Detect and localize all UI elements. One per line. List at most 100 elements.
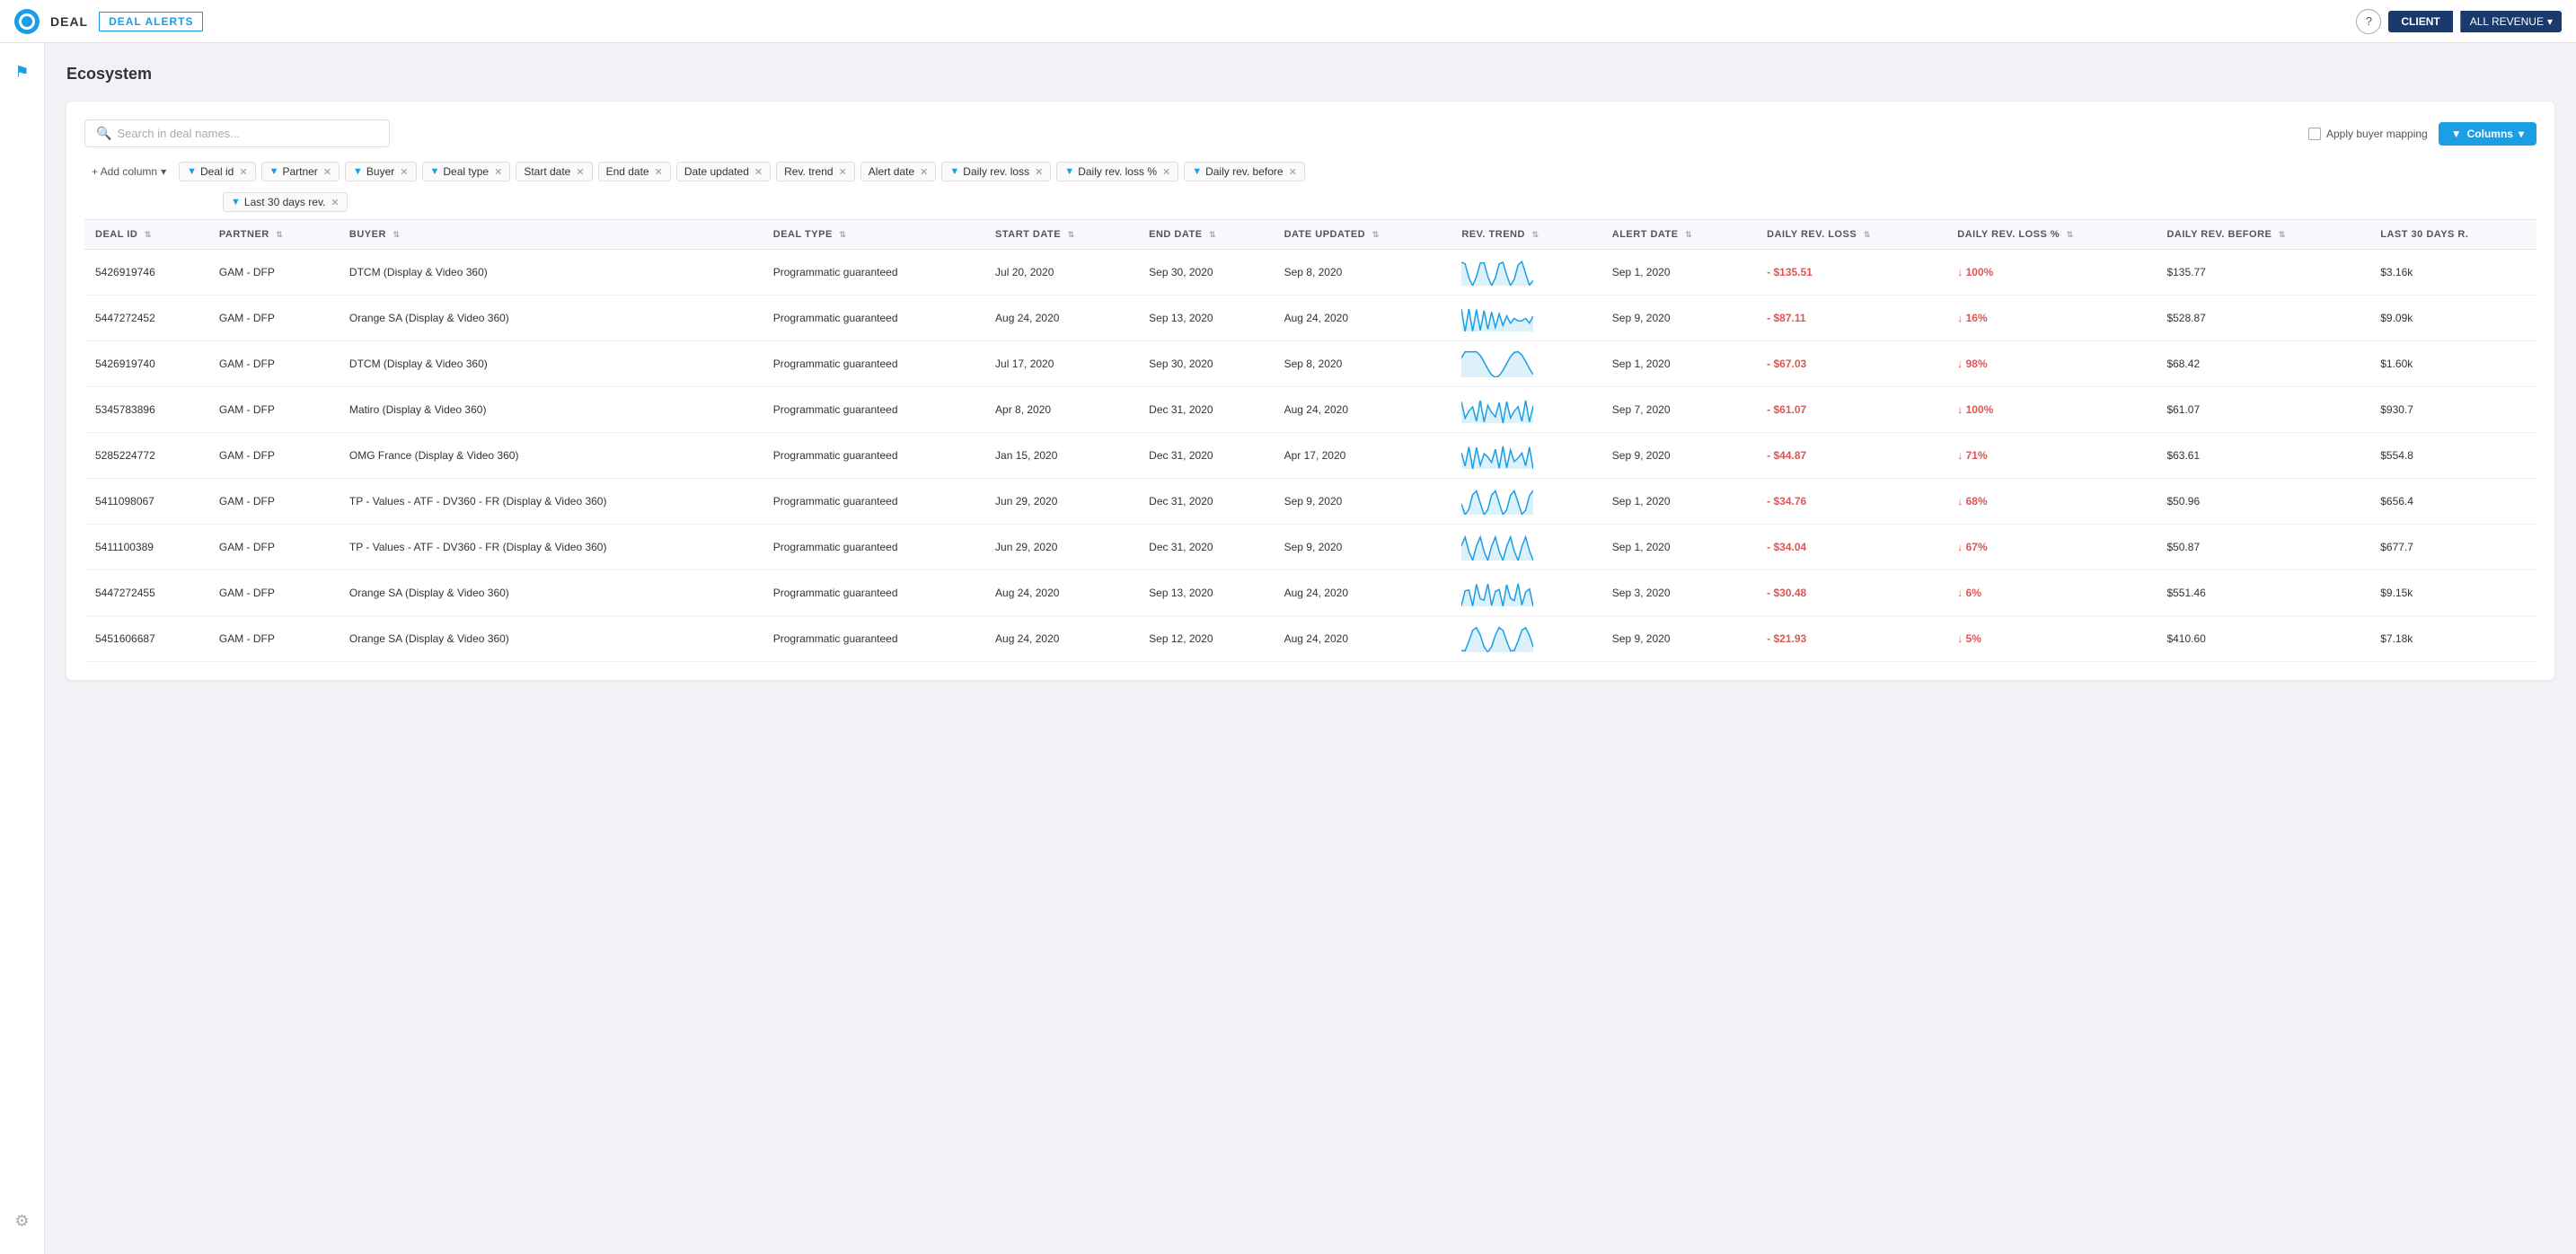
filter-tag-daily-rev-loss-pct[interactable]: ▼ Daily rev. loss % ✕ — [1056, 162, 1178, 181]
deal-alerts-label[interactable]: DEAL ALERTS — [99, 12, 203, 31]
cell-partner: GAM - DFP — [208, 433, 339, 479]
filter-tag-start-date[interactable]: Start date ✕ — [516, 162, 592, 181]
table-row: 5426919746 GAM - DFP DTCM (Display & Vid… — [84, 250, 2536, 296]
col-header-rev-trend[interactable]: REV. TREND ⇅ — [1451, 220, 1601, 250]
apply-mapping-checkbox[interactable] — [2308, 128, 2321, 140]
cell-alert-date: Sep 9, 2020 — [1601, 433, 1756, 479]
main-card: 🔍 Search in deal names... Apply buyer ma… — [66, 102, 2554, 680]
col-header-deal-id[interactable]: DEAL ID ⇅ — [84, 220, 208, 250]
close-icon[interactable]: ✕ — [655, 166, 663, 178]
cell-deal-type: Programmatic guaranteed — [763, 433, 984, 479]
close-icon[interactable]: ✕ — [331, 197, 339, 208]
cell-daily-rev-loss-pct: ↓ 68% — [1946, 479, 2156, 525]
filter-funnel-icon: ▼ — [1192, 166, 1202, 177]
revenue-button[interactable]: ALL REVENUE ▾ — [2460, 11, 2562, 32]
filter-funnel-icon: ▼ — [269, 166, 279, 177]
sort-icon: ⇅ — [276, 230, 283, 239]
filter-tag-rev-trend[interactable]: Rev. trend ✕ — [776, 162, 855, 181]
search-row: 🔍 Search in deal names... Apply buyer ma… — [84, 119, 2536, 147]
col-header-end-date[interactable]: END DATE ⇅ — [1138, 220, 1273, 250]
cell-deal-type: Programmatic guaranteed — [763, 616, 984, 662]
cell-buyer: DTCM (Display & Video 360) — [339, 341, 763, 387]
search-box[interactable]: 🔍 Search in deal names... — [84, 119, 390, 147]
close-icon[interactable]: ✕ — [839, 166, 847, 178]
filter-tag-daily-rev-loss[interactable]: ▼ Daily rev. loss ✕ — [941, 162, 1051, 181]
cell-start-date: Apr 8, 2020 — [984, 387, 1138, 433]
cell-last-30: $656.4 — [2369, 479, 2536, 525]
close-icon[interactable]: ✕ — [920, 166, 928, 178]
add-column-button[interactable]: + Add column ▾ — [84, 162, 173, 181]
close-icon[interactable]: ✕ — [1162, 166, 1170, 178]
filter-tag-alert-date[interactable]: Alert date ✕ — [860, 162, 937, 181]
table-row: 5345783896 GAM - DFP Matiro (Display & V… — [84, 387, 2536, 433]
cell-daily-rev-loss: - $87.11 — [1756, 296, 1946, 341]
filter-tag-deal-id[interactable]: ▼ Deal id ✕ — [179, 162, 255, 181]
sidebar-icon-settings[interactable]: ⚙ — [5, 1203, 38, 1240]
filter-tag-last-30[interactable]: ▼ Last 30 days rev. ✕ — [223, 192, 348, 212]
cell-daily-rev-loss-pct: ↓ 16% — [1946, 296, 2156, 341]
sort-icon: ⇅ — [1864, 230, 1871, 239]
col-header-partner[interactable]: PARTNER ⇅ — [208, 220, 339, 250]
cell-daily-rev-before: $50.96 — [2156, 479, 2369, 525]
client-button[interactable]: CLIENT — [2388, 11, 2452, 32]
cell-buyer: DTCM (Display & Video 360) — [339, 250, 763, 296]
cell-deal-type: Programmatic guaranteed — [763, 570, 984, 616]
deal-label: DEAL — [50, 14, 88, 29]
filter-tag-buyer[interactable]: ▼ Buyer ✕ — [345, 162, 416, 181]
filter-tag-label: Partner — [282, 165, 317, 178]
close-icon[interactable]: ✕ — [239, 166, 247, 178]
cell-start-date: Aug 24, 2020 — [984, 616, 1138, 662]
cell-alert-date: Sep 7, 2020 — [1601, 387, 1756, 433]
col-header-daily-rev-loss-pct[interactable]: DAILY REV. LOSS % ⇅ — [1946, 220, 2156, 250]
help-button[interactable]: ? — [2356, 9, 2381, 34]
cell-alert-date: Sep 9, 2020 — [1601, 296, 1756, 341]
cell-partner: GAM - DFP — [208, 570, 339, 616]
filter-tag-partner[interactable]: ▼ Partner ✕ — [261, 162, 340, 181]
col-header-deal-type[interactable]: DEAL TYPE ⇅ — [763, 220, 984, 250]
sort-icon: ⇅ — [145, 230, 152, 239]
cell-daily-rev-loss: - $44.87 — [1756, 433, 1946, 479]
close-icon[interactable]: ✕ — [1035, 166, 1043, 178]
filter-tag-deal-type[interactable]: ▼ Deal type ✕ — [422, 162, 511, 181]
cell-buyer: TP - Values - ATF - DV360 - FR (Display … — [339, 479, 763, 525]
filter-tag-end-date[interactable]: End date ✕ — [598, 162, 671, 181]
cell-partner: GAM - DFP — [208, 296, 339, 341]
col-header-date-updated[interactable]: DATE UPDATED ⇅ — [1274, 220, 1451, 250]
filter-funnel-icon: ▼ — [1064, 166, 1074, 177]
cell-deal-id: 5447272455 — [84, 570, 208, 616]
close-icon[interactable]: ✕ — [754, 166, 763, 178]
cell-daily-rev-loss: - $30.48 — [1756, 570, 1946, 616]
cell-daily-rev-before: $61.07 — [2156, 387, 2369, 433]
apply-mapping-label[interactable]: Apply buyer mapping — [2308, 128, 2428, 140]
close-icon[interactable]: ✕ — [494, 166, 502, 178]
filter-tag-label: Deal id — [200, 165, 234, 178]
cell-deal-type: Programmatic guaranteed — [763, 525, 984, 570]
page-title: Ecosystem — [66, 65, 2554, 84]
close-icon[interactable]: ✕ — [576, 166, 584, 178]
close-icon[interactable]: ✕ — [400, 166, 408, 178]
cell-daily-rev-before: $68.42 — [2156, 341, 2369, 387]
sidebar-icon-chart[interactable]: ⚑ — [5, 54, 38, 91]
col-header-start-date[interactable]: START DATE ⇅ — [984, 220, 1138, 250]
cell-daily-rev-before: $410.60 — [2156, 616, 2369, 662]
col-header-daily-rev-before[interactable]: DAILY REV. BEFORE ⇅ — [2156, 220, 2369, 250]
filter-tag-date-updated[interactable]: Date updated ✕ — [676, 162, 771, 181]
cell-rev-trend — [1451, 616, 1601, 662]
table-row: 5411100389 GAM - DFP TP - Values - ATF -… — [84, 525, 2536, 570]
cell-deal-id: 5411100389 — [84, 525, 208, 570]
filter-tag-daily-rev-before[interactable]: ▼ Daily rev. before ✕ — [1184, 162, 1305, 181]
filter-funnel-icon: ▼ — [430, 166, 440, 177]
cell-date-updated: Sep 9, 2020 — [1274, 479, 1451, 525]
cell-daily-rev-before: $135.77 — [2156, 250, 2369, 296]
cell-end-date: Sep 30, 2020 — [1138, 250, 1273, 296]
sort-icon: ⇅ — [1209, 230, 1216, 239]
sort-icon: ⇅ — [1685, 230, 1692, 239]
cell-alert-date: Sep 3, 2020 — [1601, 570, 1756, 616]
close-icon[interactable]: ✕ — [1289, 166, 1297, 178]
columns-button[interactable]: ▼ Columns ▾ — [2439, 122, 2536, 146]
col-header-buyer[interactable]: BUYER ⇅ — [339, 220, 763, 250]
col-header-daily-rev-loss[interactable]: DAILY REV. LOSS ⇅ — [1756, 220, 1946, 250]
col-header-alert-date[interactable]: ALERT DATE ⇅ — [1601, 220, 1756, 250]
cell-alert-date: Sep 9, 2020 — [1601, 616, 1756, 662]
close-icon[interactable]: ✕ — [323, 166, 331, 178]
